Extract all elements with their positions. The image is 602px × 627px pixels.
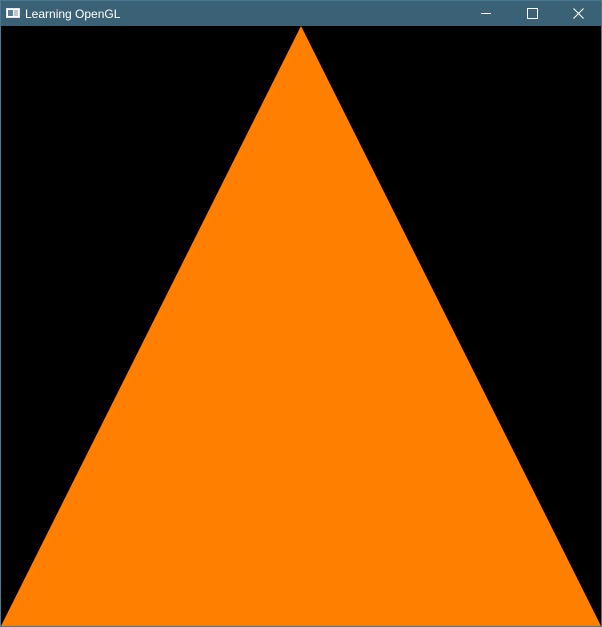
render-viewport[interactable]: [1, 26, 601, 626]
minimize-button[interactable]: [463, 1, 509, 26]
window-controls: [463, 1, 601, 26]
minimize-icon: [481, 13, 491, 14]
close-button[interactable]: [555, 1, 601, 26]
close-icon: [573, 8, 584, 19]
title-bar[interactable]: Learning OpenGL: [1, 1, 601, 26]
app-icon: [6, 8, 20, 18]
maximize-icon: [527, 8, 538, 19]
app-window: Learning OpenGL: [0, 0, 602, 627]
window-title: Learning OpenGL: [25, 7, 121, 21]
maximize-button[interactable]: [509, 1, 555, 26]
opengl-canvas: [1, 26, 601, 626]
